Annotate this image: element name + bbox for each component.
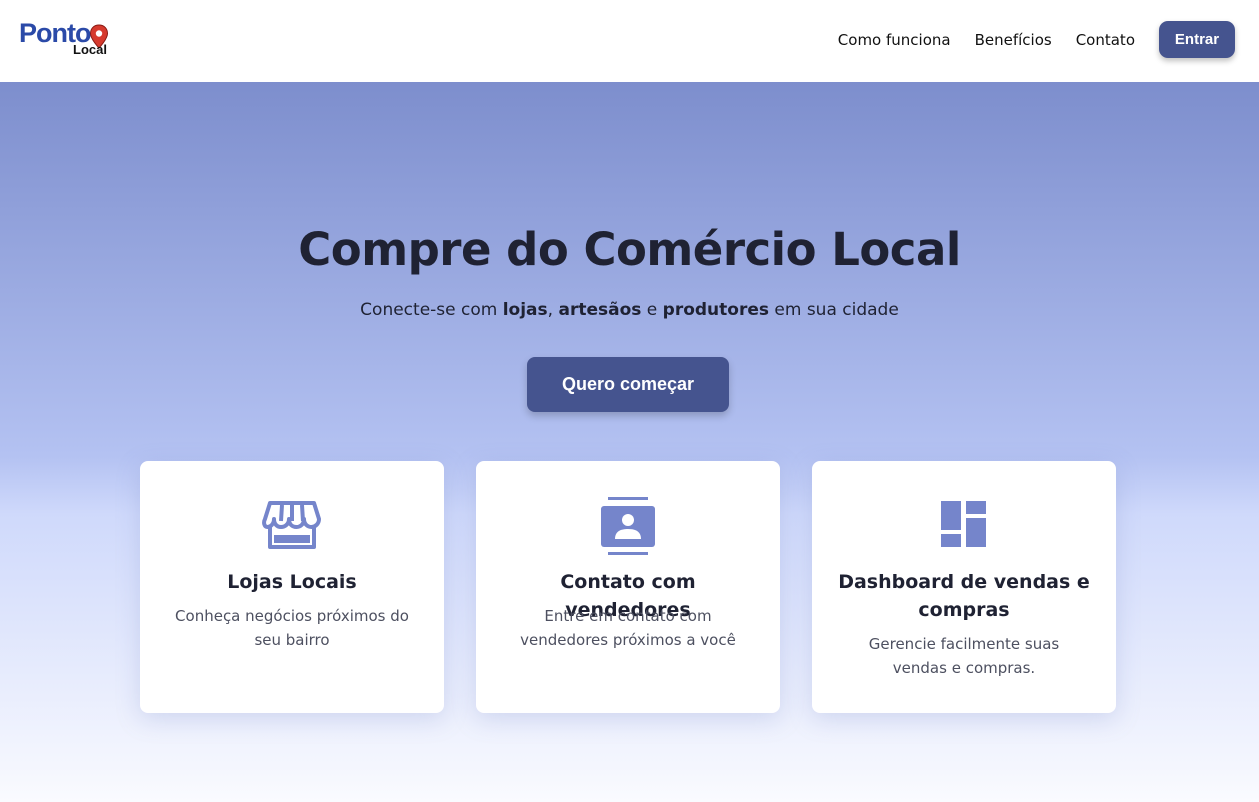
subtitle-bold-lojas: lojas [502,300,548,320]
hero-subtitle: Conecte-se com lojas, artesãos e produto… [0,298,1259,322]
subtitle-bold-artesaos: artesãos [558,300,642,320]
subtitle-text: , [547,300,559,320]
nav-link-como-funciona[interactable]: Como funciona [838,31,951,49]
feature-card-contato: Contato com vendedores Entre em contato … [476,461,780,713]
store-icon [262,501,321,549]
nav-links: Como funciona Benefícios Contato Entrar [838,21,1235,58]
card-text: Gerencie facilmente suas vendas e compra… [868,635,1060,677]
login-button[interactable]: Entrar [1159,21,1235,58]
dashboard-icon [941,501,986,547]
hero-title: Compre do Comércio Local [298,223,961,276]
subtitle-text: em sua cidade [769,300,899,320]
card-text: Conheça negócios próximos do seu bairro [175,607,409,649]
card-title: Dashboard de vendas e compras [838,571,1090,621]
feature-card-lojas: Lojas Locais Conheça negócios próximos d… [140,461,444,713]
logo[interactable]: Ponto Local [19,18,113,60]
navbar: Ponto Local Como funciona Benefícios Con… [0,0,1259,82]
feature-card-dashboard: Dashboard de vendas e compras Gerencie f… [812,461,1116,713]
subtitle-bold-produtores: produtores [662,300,769,320]
contact-icon [601,497,655,555]
hero-section: Compre do Comércio Local Conecte-se com … [0,82,1259,802]
logo-text-local: Local [73,42,107,57]
card-text: Entre em contato com vendedores próximos… [520,607,736,649]
get-started-button[interactable]: Quero começar [527,357,729,412]
subtitle-text: e [641,300,663,320]
subtitle-text: Conecte-se com [360,300,503,320]
card-title: Lojas Locais [227,571,357,593]
nav-link-beneficios[interactable]: Benefícios [975,31,1052,49]
nav-link-contato[interactable]: Contato [1076,31,1135,49]
